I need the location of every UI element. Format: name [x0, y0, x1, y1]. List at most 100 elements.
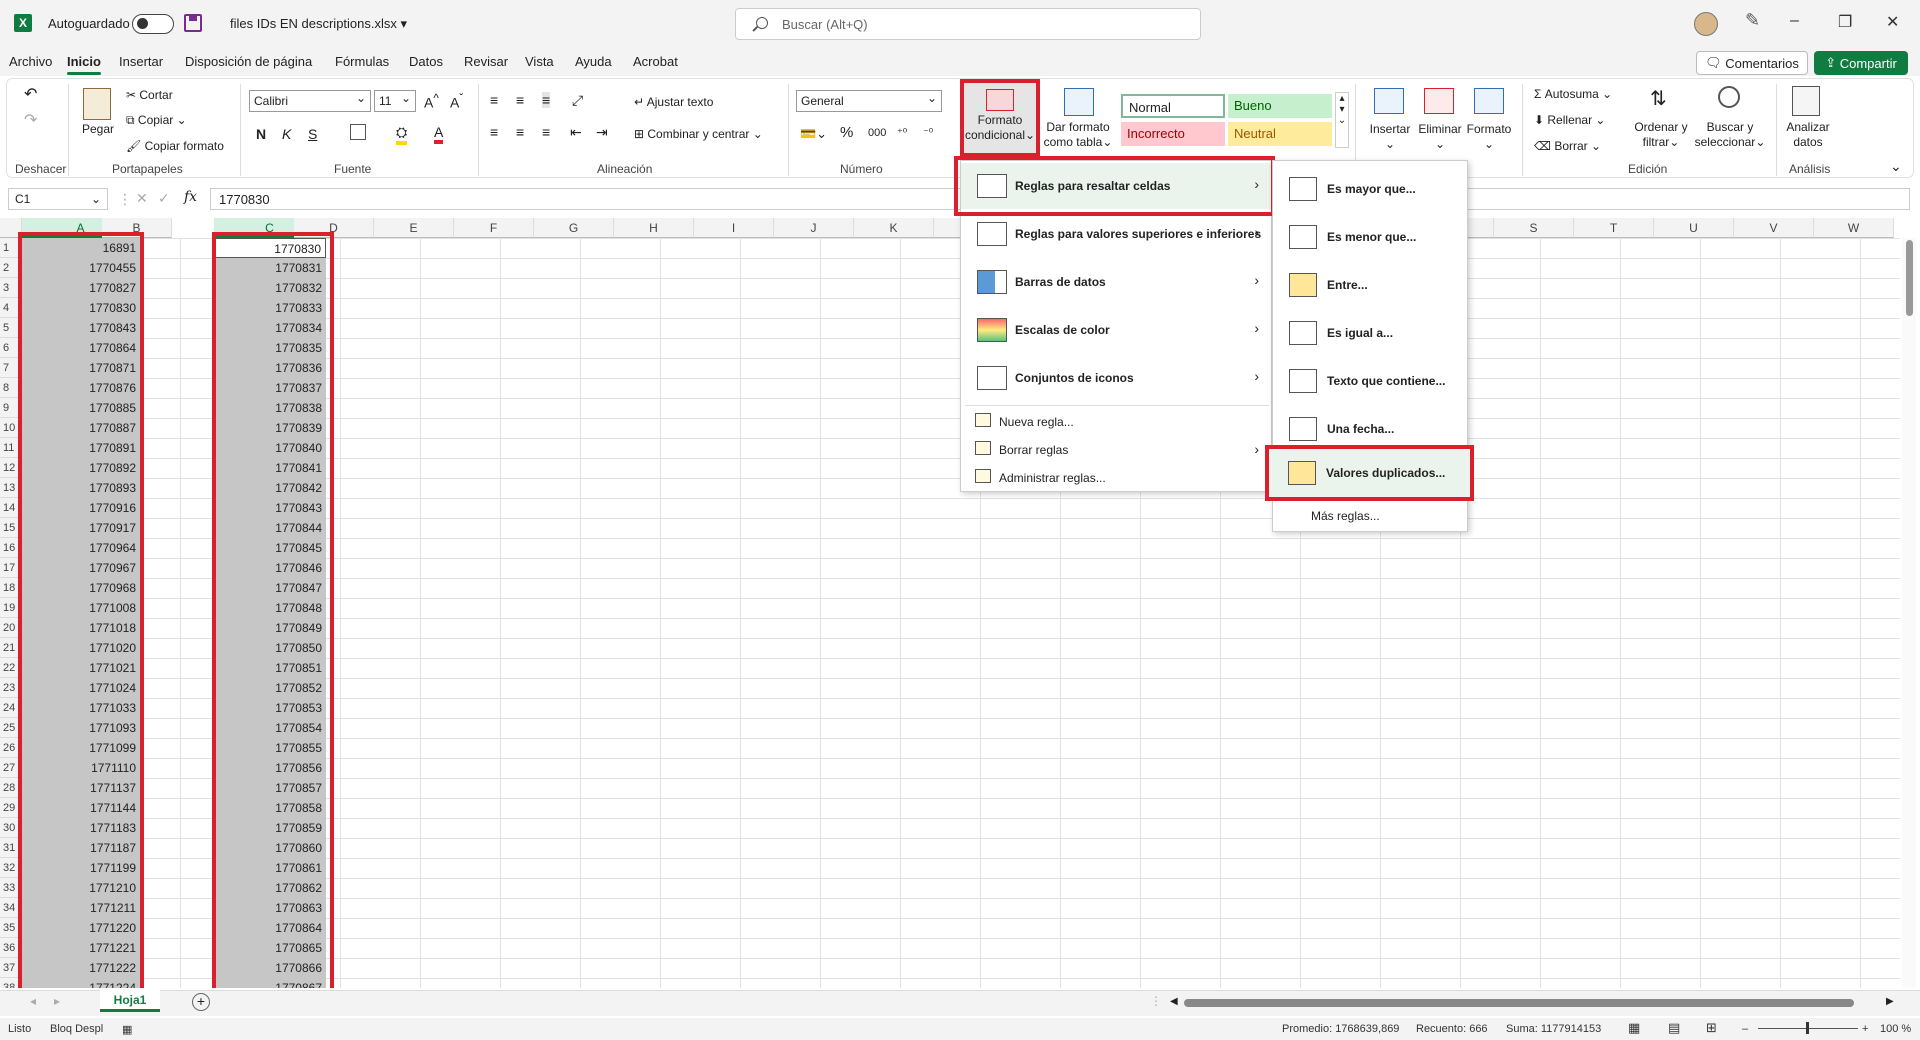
- autosave-toggle[interactable]: [132, 14, 174, 34]
- normal-view-icon[interactable]: ▦: [1628, 1020, 1640, 1036]
- increase-indent-icon[interactable]: ⇥: [596, 124, 608, 141]
- cut-button[interactable]: ✂ Cortar: [126, 88, 173, 102]
- fill-color-icon[interactable]: ⛭: [396, 124, 408, 145]
- find-icon[interactable]: [1718, 86, 1740, 108]
- row-header[interactable]: 16: [0, 538, 20, 558]
- wrap-text-button[interactable]: ↵ Ajustar texto: [634, 95, 713, 109]
- paste-button[interactable]: Pegar: [78, 122, 118, 137]
- find-select-button[interactable]: Buscar y seleccionar⌄: [1692, 120, 1768, 150]
- submenu-equal-to[interactable]: Es igual a...: [1273, 309, 1469, 357]
- share-button[interactable]: ⇪ Compartir: [1814, 51, 1908, 75]
- row-header[interactable]: 36: [0, 938, 20, 958]
- row-header[interactable]: 2: [0, 258, 20, 278]
- row-header[interactable]: 5: [0, 318, 20, 338]
- fill-button[interactable]: ⬇ Rellenar ⌄: [1534, 113, 1605, 127]
- align-middle-icon[interactable]: ≡: [516, 92, 524, 108]
- menu-item-clear-rules[interactable]: Borrar reglas ›: [961, 435, 1273, 463]
- menu-item-icon-sets[interactable]: Conjuntos de iconos ›: [961, 355, 1273, 401]
- row-header[interactable]: 23: [0, 678, 20, 698]
- menu-item-manage-rules[interactable]: Administrar reglas...: [961, 463, 1273, 491]
- format-painter-button[interactable]: 🖌 Copiar formato: [126, 139, 224, 153]
- row-header[interactable]: 10: [0, 418, 20, 438]
- analyze-data-icon[interactable]: [1792, 86, 1820, 116]
- name-box[interactable]: C1 ⌄: [8, 188, 108, 210]
- thousands-button[interactable]: 000: [868, 127, 886, 139]
- column-header-j[interactable]: J: [774, 218, 854, 238]
- tab-revisar[interactable]: Revisar: [464, 54, 508, 69]
- row-header[interactable]: 29: [0, 798, 20, 818]
- number-format-combo[interactable]: General: [796, 90, 942, 112]
- paste-icon[interactable]: [83, 88, 111, 120]
- zoom-out-icon[interactable]: –: [1742, 1023, 1748, 1035]
- analyze-data-button[interactable]: Analizar datos: [1782, 120, 1834, 150]
- add-sheet-button[interactable]: +: [192, 993, 210, 1011]
- sheet-prev-icon[interactable]: ◂: [30, 994, 36, 1008]
- menu-item-color-scales[interactable]: Escalas de color ›: [961, 307, 1273, 353]
- collapse-ribbon-icon[interactable]: ⌄: [1890, 158, 1902, 175]
- row-header[interactable]: 34: [0, 898, 20, 918]
- submenu-text-contains[interactable]: Texto que contiene...: [1273, 357, 1469, 405]
- pen-icon[interactable]: ✎: [1745, 10, 1760, 31]
- row-header[interactable]: 15: [0, 518, 20, 538]
- column-header-w[interactable]: W: [1814, 218, 1894, 238]
- column-header-u[interactable]: U: [1654, 218, 1734, 238]
- row-header[interactable]: 28: [0, 778, 20, 798]
- row-header[interactable]: 32: [0, 858, 20, 878]
- undo-icon[interactable]: ↶: [24, 84, 37, 104]
- accessibility-icon[interactable]: ▦: [122, 1023, 132, 1036]
- sort-filter-button[interactable]: Ordenar y filtrar⌄: [1630, 120, 1692, 150]
- menu-item-top-bottom[interactable]: Reglas para valores superiores e inferio…: [961, 211, 1273, 257]
- row-header[interactable]: 24: [0, 698, 20, 718]
- zoom-level[interactable]: 100 %: [1880, 1023, 1911, 1035]
- orientation-icon[interactable]: ⤢: [572, 92, 583, 109]
- italic-button[interactable]: K: [282, 126, 291, 142]
- tab-datos[interactable]: Datos: [409, 54, 443, 69]
- column-header-k[interactable]: K: [854, 218, 934, 238]
- tab-insertar[interactable]: Insertar: [119, 54, 163, 69]
- decrease-indent-icon[interactable]: ⇤: [570, 124, 582, 141]
- format-cells-icon[interactable]: [1474, 88, 1504, 114]
- page-layout-icon[interactable]: ▤: [1668, 1020, 1680, 1036]
- percent-button[interactable]: %: [840, 124, 853, 141]
- row-header[interactable]: 11: [0, 438, 20, 458]
- format-table-button[interactable]: Dar formato como tabla⌄: [1042, 120, 1114, 150]
- confirm-icon[interactable]: ✓: [158, 190, 170, 207]
- align-bottom-icon[interactable]: ≡: [542, 92, 551, 108]
- font-size-combo[interactable]: 11: [374, 90, 416, 112]
- accounting-icon[interactable]: 💳⌄: [800, 126, 827, 142]
- row-header[interactable]: 30: [0, 818, 20, 838]
- sort-filter-icon[interactable]: ⇅: [1650, 86, 1667, 111]
- copy-button[interactable]: ⧉ Copiar ⌄: [126, 113, 187, 128]
- zoom-slider-thumb[interactable]: [1806, 1022, 1809, 1034]
- insert-cells-icon[interactable]: [1374, 88, 1404, 114]
- decrease-decimal-icon[interactable]: ⁻⁰: [923, 126, 933, 139]
- column-header-s[interactable]: S: [1494, 218, 1574, 238]
- font-color-icon[interactable]: A: [434, 124, 444, 144]
- tab-vista[interactable]: Vista: [525, 54, 554, 69]
- row-header[interactable]: 27: [0, 758, 20, 778]
- comments-button[interactable]: 🗨 Comentarios: [1696, 51, 1808, 75]
- row-header[interactable]: 35: [0, 918, 20, 938]
- row-header[interactable]: 20: [0, 618, 20, 638]
- tab-formulas[interactable]: Fórmulas: [335, 54, 389, 69]
- column-header-g[interactable]: G: [534, 218, 614, 238]
- underline-button[interactable]: S: [308, 126, 317, 142]
- styles-scroll[interactable]: ▴ ▾ ⌄: [1335, 92, 1349, 148]
- submenu-greater-than[interactable]: Es mayor que...: [1273, 165, 1469, 213]
- menu-item-data-bars[interactable]: Barras de datos ›: [961, 259, 1273, 305]
- column-header-h[interactable]: H: [614, 218, 694, 238]
- vertical-scroll-thumb[interactable]: [1906, 240, 1913, 316]
- row-header[interactable]: 3: [0, 278, 20, 298]
- align-left-icon[interactable]: ≡: [490, 124, 498, 140]
- align-center-icon[interactable]: ≡: [516, 124, 524, 140]
- column-header-i[interactable]: I: [694, 218, 774, 238]
- menu-item-new-rule[interactable]: Nueva regla...: [961, 407, 1273, 435]
- row-header[interactable]: 31: [0, 838, 20, 858]
- tab-inicio[interactable]: Inicio: [67, 54, 101, 75]
- format-cells-button[interactable]: Formato ⌄: [1462, 122, 1516, 152]
- scroll-right-icon[interactable]: ▶: [1886, 996, 1894, 1007]
- insert-function-icon[interactable]: fx: [184, 189, 197, 205]
- row-header[interactable]: 22: [0, 658, 20, 678]
- autosum-button[interactable]: Σ Autosuma ⌄: [1534, 87, 1612, 101]
- restore-button[interactable]: ❐: [1838, 12, 1852, 32]
